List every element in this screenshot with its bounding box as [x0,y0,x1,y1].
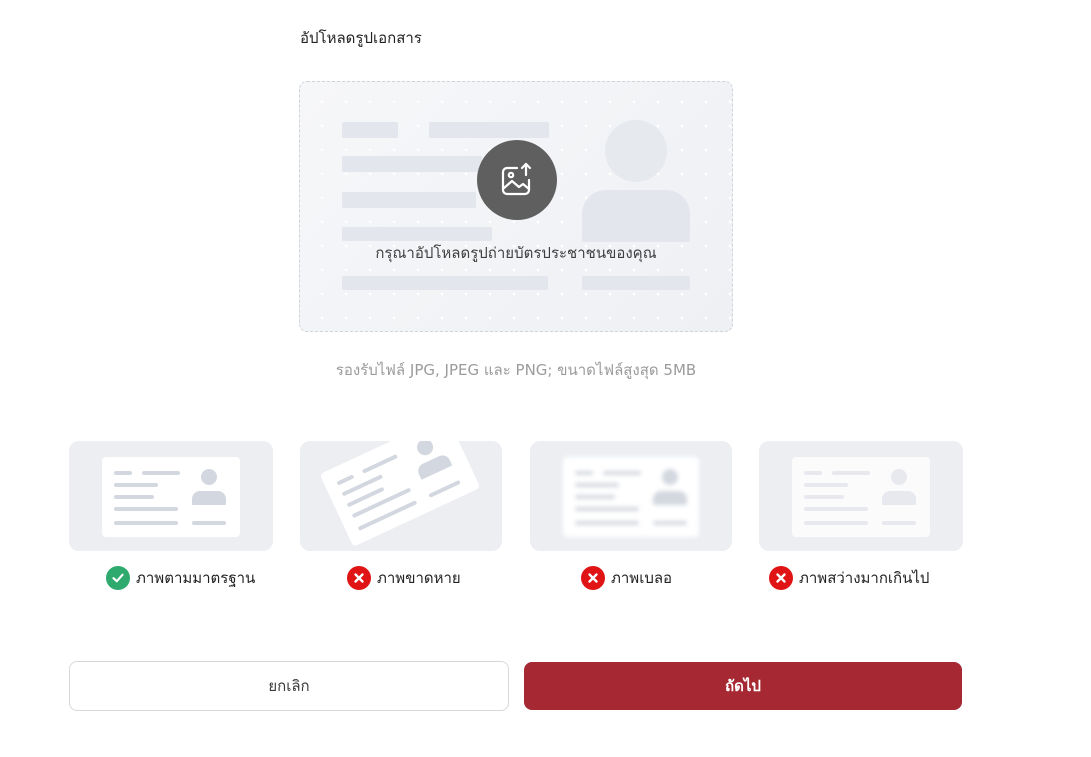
card-portrait-head [662,469,678,485]
placeholder-portrait-head [605,120,667,182]
card-line [804,495,844,499]
card-line [361,454,398,474]
card-portrait-body [653,491,687,505]
placeholder-line [342,122,398,138]
check-icon [106,566,130,590]
example-standard-image [69,441,273,551]
card-line [575,495,615,499]
placeholder-line [582,276,690,290]
example-cropped-image [300,441,502,551]
example-label-overexposed: ภาพสว่างมากเกินไป [769,566,929,590]
next-button[interactable]: ถัดไป [524,662,962,710]
card-line [114,521,178,525]
card-portrait-head [201,469,217,485]
cross-icon [581,566,605,590]
card-line [575,483,619,487]
card-line [603,471,641,475]
example-label-standard: ภาพตามมาตรฐาน [106,566,255,590]
card-line [575,521,639,525]
card-portrait-head [891,469,907,485]
placeholder-line [429,122,549,138]
placeholder-line [342,192,476,208]
card-line [351,487,412,519]
card-portrait-body [415,452,453,480]
example-label-text: ภาพเบลอ [611,569,673,587]
cross-icon [769,566,793,590]
placeholder-portrait-body [582,190,690,242]
card-portrait-body [882,491,916,505]
card-line [653,521,687,525]
card-line [804,521,868,525]
example-label-cropped: ภาพขาดหาย [347,566,461,590]
id-card-illustration [792,457,930,537]
card-line [336,474,355,486]
placeholder-line [342,227,492,241]
card-line [882,521,916,525]
card-line [114,495,154,499]
example-overexposed-image [759,441,963,551]
id-card-illustration [319,441,481,547]
placeholder-line [342,276,548,290]
card-portrait-head [414,441,436,458]
placeholder-line [342,156,482,172]
upload-prompt: กรุณาอัปโหลดรูปถ่ายบัตรประชาชนของคุณ [375,244,657,262]
card-line [114,507,178,511]
section-title: อัปโหลดรูปเอกสาร [300,29,422,47]
example-blurry-image [530,441,732,551]
card-line [192,521,226,525]
cross-icon [347,566,371,590]
example-label-text: ภาพขาดหาย [377,569,461,587]
card-line [114,483,158,487]
upload-button[interactable] [477,140,557,220]
id-card-illustration [102,457,240,537]
card-line [575,507,639,511]
card-portrait-body [192,491,226,505]
id-card-illustration [563,457,699,537]
image-upload-icon [501,162,532,196]
example-label-text: ภาพตามมาตรฐาน [136,569,256,587]
card-line [832,471,870,475]
file-requirements-hint: รองรับไฟล์ JPG, JPEG และ PNG; ขนาดไฟล์สู… [335,361,697,379]
card-line [575,471,593,475]
example-label-text: ภาพสว่างมากเกินไป [799,569,930,587]
card-line [804,507,868,511]
card-line [804,483,848,487]
cancel-button[interactable]: ยกเลิก [69,661,509,711]
card-line [142,471,180,475]
upload-dropzone[interactable]: กรุณาอัปโหลดรูปถ่ายบัตรประชาชนของคุณ [299,81,733,332]
card-line [428,479,461,498]
card-line [114,471,132,475]
card-line [357,500,418,531]
card-line [804,471,822,475]
example-label-blurry: ภาพเบลอ [581,566,672,590]
